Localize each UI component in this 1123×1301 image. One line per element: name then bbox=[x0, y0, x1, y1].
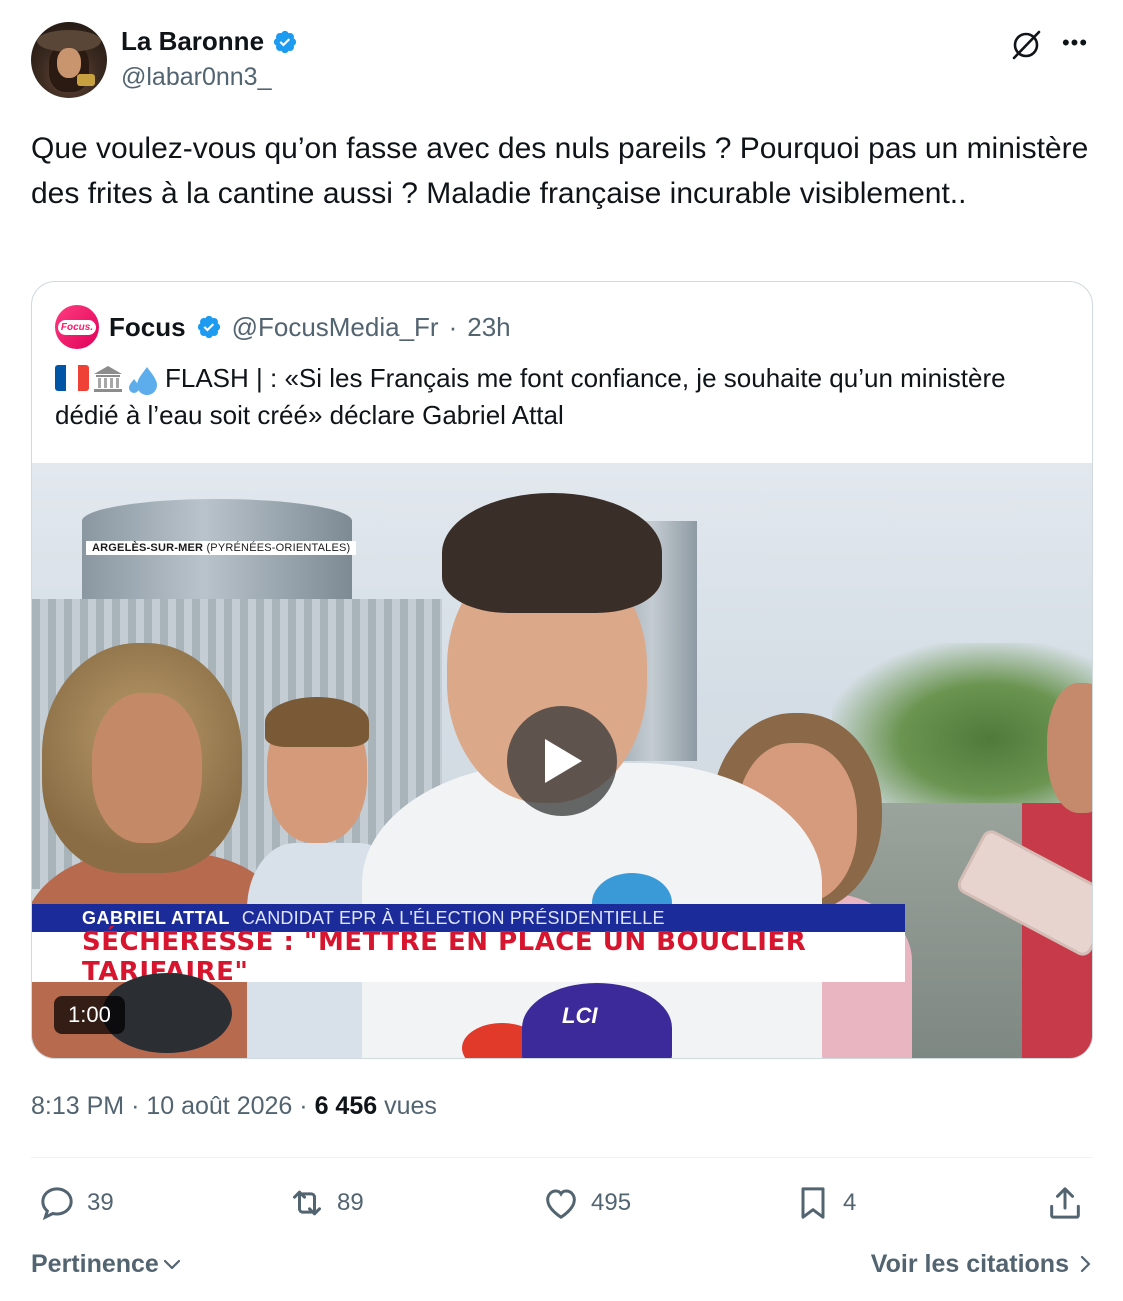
chevron-right-icon bbox=[1080, 1255, 1091, 1273]
sweat-droplets-icon bbox=[129, 367, 157, 395]
tweet-time[interactable]: 8:13 PM bbox=[31, 1092, 124, 1120]
reply-count: 39 bbox=[87, 1189, 114, 1216]
quoted-meta-separator: · bbox=[448, 311, 458, 342]
repost-count: 89 bbox=[337, 1189, 364, 1216]
play-icon bbox=[545, 739, 582, 783]
bookmark-icon bbox=[801, 1187, 825, 1219]
quoted-emoji-group bbox=[55, 365, 159, 395]
action-bar: 39 89 495 4 bbox=[31, 1180, 1093, 1226]
share-button[interactable] bbox=[1045, 1180, 1085, 1226]
repost-icon bbox=[293, 1190, 321, 1216]
classical-building-icon bbox=[94, 366, 122, 392]
more-options-icon[interactable]: ••• bbox=[1057, 30, 1093, 60]
quoted-avatar-logo-text: Focus. bbox=[57, 319, 97, 335]
author-handle[interactable]: @labar0nn3_ bbox=[121, 63, 298, 92]
view-quotes-label: Voir les citations bbox=[870, 1249, 1069, 1278]
quoted-author-handle[interactable]: @FocusMedia_Fr bbox=[232, 312, 439, 343]
like-count: 495 bbox=[591, 1189, 632, 1216]
author-display-name[interactable]: La Baronne bbox=[121, 26, 298, 57]
video-player[interactable]: ARGELÈS-SUR-MER (PYRÉNÉES-ORIENTALES) GA… bbox=[32, 463, 1092, 1058]
video-location: ARGELÈS-SUR-MER bbox=[92, 542, 204, 554]
quoted-tweet-text: FLASH | : «Si les Français me font confi… bbox=[55, 360, 1065, 434]
video-mic-lci-label: LCI bbox=[562, 1003, 598, 1028]
quoted-author-avatar[interactable]: Focus. bbox=[55, 305, 99, 349]
tweet-text: Que voulez-vous qu’on fasse avec des nul… bbox=[31, 132, 1089, 210]
chevron-down-icon bbox=[163, 1259, 180, 1270]
video-location-caption: ARGELÈS-SUR-MER (PYRÉNÉES-ORIENTALES) bbox=[86, 541, 357, 555]
sort-label: Pertinence bbox=[31, 1249, 159, 1278]
quoted-tweet-body: FLASH | : «Si les Français me font confi… bbox=[55, 363, 1006, 430]
views-count: 6 456 bbox=[314, 1092, 378, 1120]
divider bbox=[31, 1157, 1093, 1158]
video-duration: 1:00 bbox=[54, 996, 125, 1034]
heart-icon bbox=[546, 1189, 576, 1219]
reply-button[interactable]: 39 bbox=[37, 1180, 114, 1226]
bookmark-count: 4 bbox=[843, 1189, 857, 1216]
like-button[interactable]: 495 bbox=[541, 1180, 631, 1226]
play-button[interactable] bbox=[507, 706, 617, 816]
video-banner-role: CANDIDAT EPR À L'ÉLECTION PRÉSIDENTIELLE bbox=[241, 907, 665, 928]
tweet-date[interactable]: 10 août 2026 bbox=[146, 1092, 292, 1120]
france-flag-icon bbox=[55, 365, 89, 391]
views-separator: · bbox=[299, 1092, 308, 1120]
quoted-tweet[interactable]: Focus. Focus @FocusMedia_Fr · 23h FLASH … bbox=[31, 281, 1093, 1059]
views-label: vues bbox=[384, 1092, 437, 1120]
sort-dropdown[interactable]: Pertinence bbox=[31, 1250, 183, 1279]
tweet-timestamp: 8:13 PM · 10 août 2026 · 6 456 vues bbox=[31, 1092, 437, 1121]
view-quotes-link[interactable]: Voir les citations bbox=[871, 1250, 1093, 1279]
author-avatar[interactable] bbox=[31, 22, 107, 98]
tweet-header: La Baronne @labar0nn3_ ••• bbox=[31, 22, 1093, 98]
bookmark-button[interactable]: 4 bbox=[793, 1180, 856, 1226]
video-headline: SÉCHERESSE : "METTRE EN PLACE UN BOUCLIE… bbox=[82, 927, 807, 987]
reply-icon bbox=[41, 1187, 73, 1221]
verified-badge-icon bbox=[273, 30, 297, 53]
author-name-block: La Baronne @labar0nn3_ bbox=[121, 26, 298, 92]
video-location-sub: (PYRÉNÉES-ORIENTALES) bbox=[206, 542, 351, 554]
quoted-verified-badge-icon bbox=[197, 315, 220, 339]
quoted-time[interactable]: 23h bbox=[467, 312, 510, 343]
quoted-author-name[interactable]: Focus bbox=[109, 312, 186, 343]
timestamp-separator: · bbox=[131, 1092, 140, 1120]
repost-button[interactable]: 89 bbox=[287, 1180, 364, 1226]
video-banner-name: GABRIEL ATTAL bbox=[82, 907, 230, 928]
grok-icon[interactable] bbox=[1009, 28, 1043, 62]
quoted-tweet-header: Focus. Focus @FocusMedia_Fr · 23h bbox=[55, 304, 511, 350]
author-display-name-text[interactable]: La Baronne bbox=[121, 26, 264, 57]
share-icon bbox=[1050, 1187, 1080, 1219]
replies-footer: Pertinence Voir les citations bbox=[31, 1244, 1093, 1284]
